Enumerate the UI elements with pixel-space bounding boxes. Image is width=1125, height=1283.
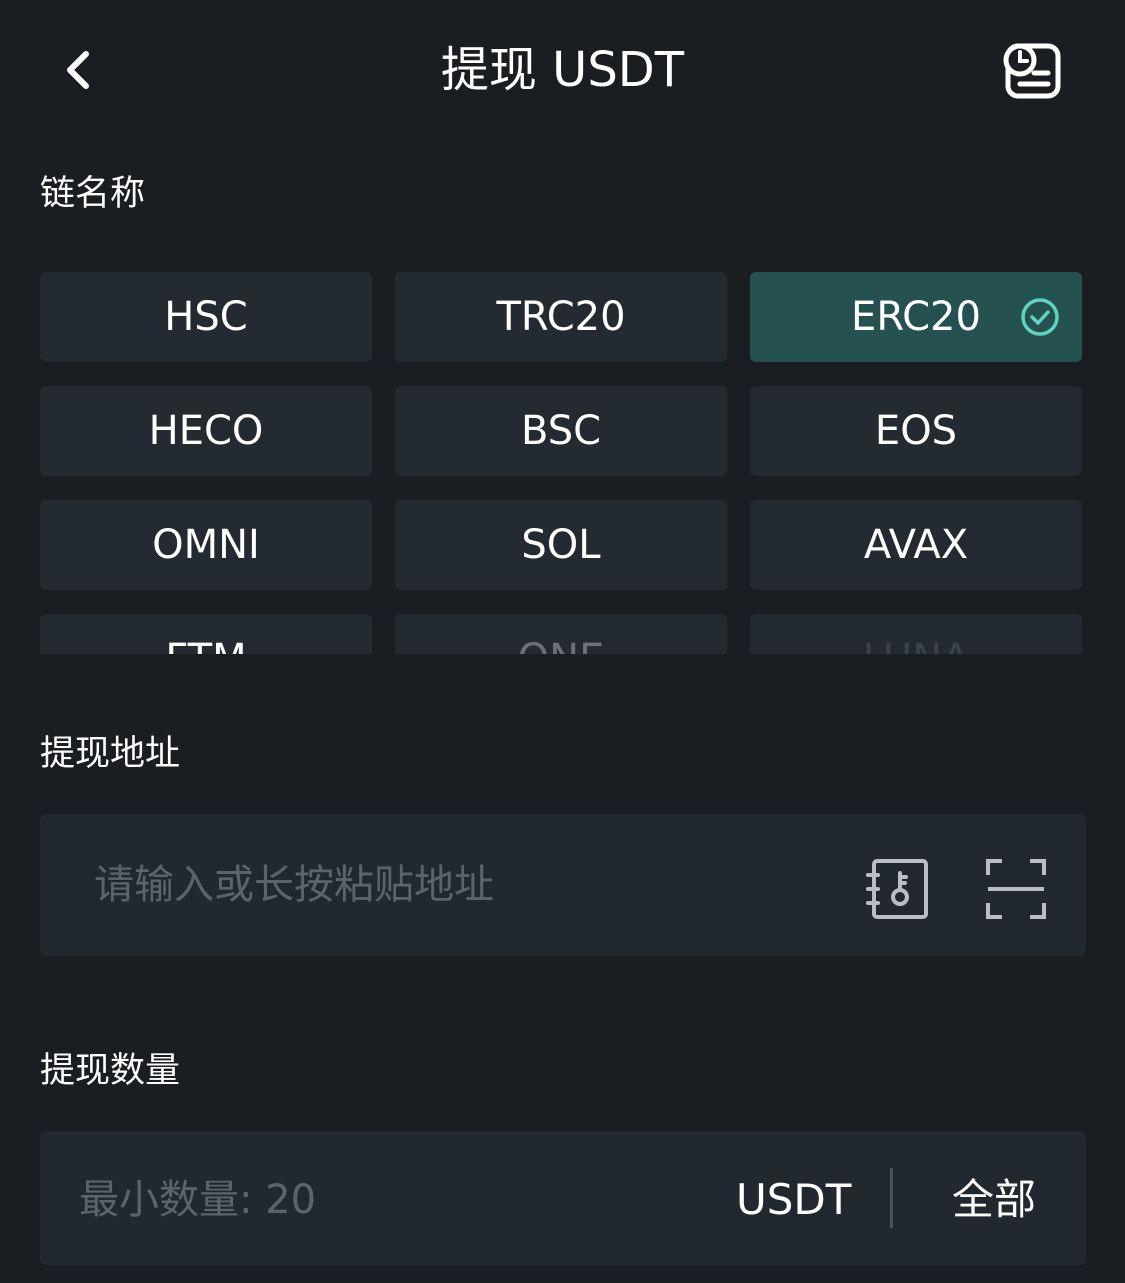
history-button[interactable]	[1000, 40, 1064, 104]
chain-option-label: HECO	[148, 408, 264, 454]
chain-option-label: TRC20	[496, 294, 626, 340]
address-book-button[interactable]	[866, 857, 930, 921]
address-label: 提现地址	[40, 734, 181, 774]
address-field[interactable]: 请输入或长按粘贴地址	[40, 814, 1086, 956]
amount-label: 提现数量	[40, 1051, 181, 1091]
chain-option-sol[interactable]: SOL	[395, 500, 727, 590]
chain-option-label: OMNI	[152, 522, 260, 568]
chain-option-label: FTM	[165, 636, 246, 654]
chain-option-erc20[interactable]: ERC20	[750, 272, 1082, 362]
top-bar: 提现 USDT	[0, 0, 1125, 140]
chain-option-label: ONE	[518, 636, 605, 654]
chain-option-omni[interactable]: OMNI	[40, 500, 372, 590]
chain-option-label: LUNA	[863, 636, 970, 654]
withdraw-all-button[interactable]: 全部	[952, 1174, 1036, 1226]
chain-option-ftm[interactable]: FTM	[40, 614, 372, 654]
page-title: 提现 USDT	[440, 42, 685, 98]
amount-placeholder: 最小数量: 20	[79, 1177, 317, 1223]
chain-selector[interactable]: HSC TRC20 ERC20 HECO BSC EOS OMNI SOL AV…	[40, 272, 1086, 654]
chain-option-trc20[interactable]: TRC20	[395, 272, 727, 362]
history-record-icon	[1003, 43, 1061, 99]
address-placeholder: 请输入或长按粘贴地址	[94, 862, 494, 908]
chain-option-label: HSC	[164, 294, 248, 340]
address-book-icon	[866, 859, 928, 919]
chain-option-luna[interactable]: LUNA	[750, 614, 1082, 654]
chain-label: 链名称	[40, 174, 146, 214]
chain-option-label: SOL	[521, 522, 601, 568]
chain-option-label: BSC	[520, 408, 602, 454]
chain-option-eos[interactable]: EOS	[750, 386, 1082, 476]
chain-grid: HSC TRC20 ERC20 HECO BSC EOS OMNI SOL AV…	[40, 272, 1086, 654]
chain-option-label: AVAX	[863, 522, 969, 568]
chain-option-hsc[interactable]: HSC	[40, 272, 372, 362]
scan-qr-icon	[986, 859, 1046, 919]
chain-option-bsc[interactable]: BSC	[395, 386, 727, 476]
scan-button[interactable]	[984, 857, 1048, 921]
chain-option-label: EOS	[874, 408, 958, 454]
divider	[890, 1168, 893, 1228]
chain-option-one[interactable]: ONE	[395, 614, 727, 654]
chain-option-label: ERC20	[851, 294, 981, 340]
amount-field[interactable]: 最小数量: 20 USDT 全部	[40, 1131, 1086, 1265]
chain-option-heco[interactable]: HECO	[40, 386, 372, 476]
check-circle-icon	[1021, 298, 1059, 336]
currency-unit: USDT	[736, 1175, 852, 1224]
chain-option-avax[interactable]: AVAX	[750, 500, 1082, 590]
